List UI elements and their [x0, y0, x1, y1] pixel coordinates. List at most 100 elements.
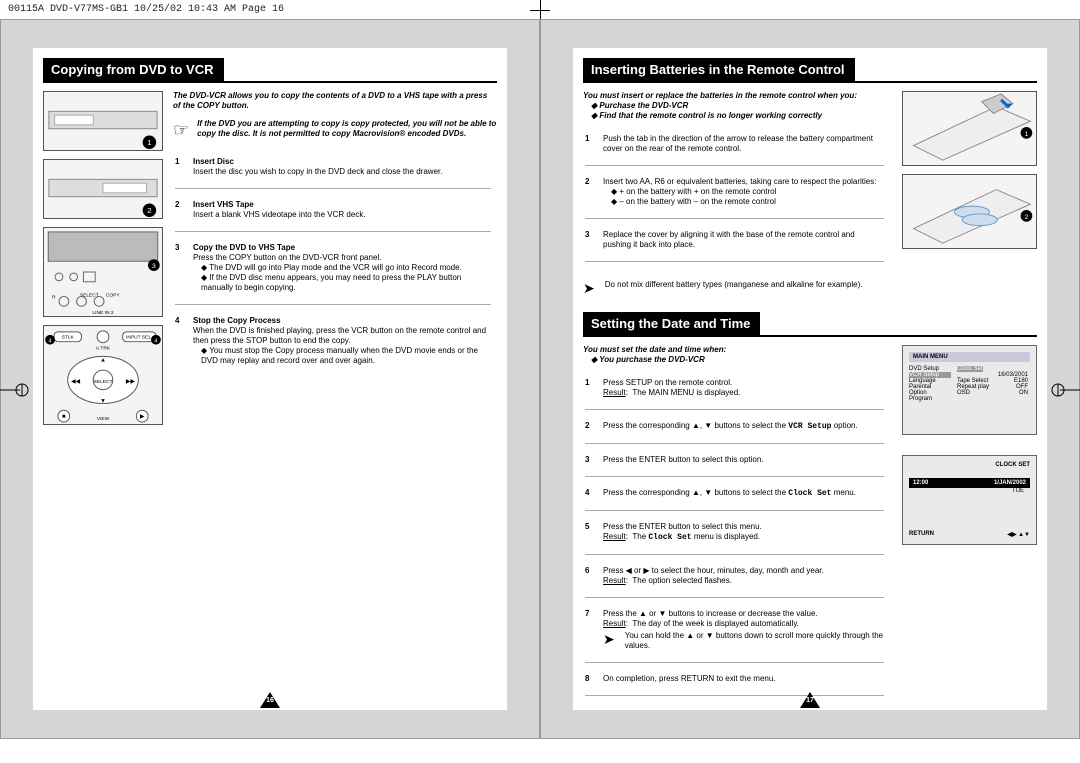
svg-text:STLK: STLK [62, 335, 75, 341]
battery-note: Do not mix different battery types (mang… [583, 280, 890, 298]
figure-vhs-insert: 2 [43, 159, 163, 219]
spread: GB Copying from DVD to VCR 1 2 SELECTCOP… [0, 19, 1080, 739]
menu-header: MAIN MENU [909, 352, 1030, 362]
step-body: Insert the disc you wish to copy in the … [193, 167, 442, 176]
note-text: Do not mix different battery types (mang… [605, 280, 863, 298]
clock-title: CLOCK SET [909, 462, 1030, 468]
figure-column: 1 2 [902, 91, 1037, 298]
menu-right: Clock Set [957, 366, 983, 372]
arrow-icon [603, 631, 615, 651]
step-head: Insert Disc [193, 157, 491, 167]
svg-text:▲: ▲ [100, 357, 106, 363]
step-sub: – on the battery with – on the remote co… [603, 197, 884, 207]
step-sub: + on the battery with + on the remote co… [603, 187, 884, 197]
step-body: Press the ENTER button to select this me… [603, 522, 762, 531]
page-number: 17 [800, 692, 820, 708]
text-column: The DVD-VCR allows you to copy the conte… [173, 91, 497, 425]
clock-day: TUE [909, 488, 1030, 494]
section-heading-row: Inserting Batteries in the Remote Contro… [583, 58, 1037, 83]
figure-remote-open: 1 [902, 91, 1037, 166]
step-body: Insert two AA, R6 or equivalent batterie… [603, 177, 876, 186]
step-sub: You can hold the ▲ or ▼ buttons down to … [625, 631, 884, 651]
step-body: Press the ▲ or ▼ buttons to increase or … [603, 609, 818, 618]
intro-bullet: Find that the remote control is no longe… [583, 111, 890, 121]
step-head: Copy the DVD to VHS Tape [193, 243, 491, 253]
svg-text:SELECT: SELECT [93, 379, 112, 385]
mono-term: Clock Set [788, 489, 831, 498]
svg-text:3: 3 [152, 263, 156, 270]
text-column: You must set the date and time when: You… [583, 345, 890, 704]
intro-bullet: You purchase the DVD-VCR [583, 355, 890, 365]
clock-bar: 12:00 1/JAN/2002 [909, 478, 1030, 488]
text-column: You must insert or replace the batteries… [583, 91, 890, 298]
svg-text:LINE IN 2: LINE IN 2 [92, 310, 113, 316]
step-body: Press the corresponding ▲, ▼ buttons to … [603, 488, 788, 497]
svg-text:2: 2 [1025, 214, 1029, 221]
arrow-icon [583, 280, 595, 298]
step-sub: If the DVD disc menu appears, you may ne… [193, 273, 491, 293]
menu-right: OSD [957, 390, 970, 396]
section-heading-row: Copying from DVD to VCR [43, 58, 497, 83]
mono-term: VCR Setup [788, 422, 831, 431]
intro-text: The DVD-VCR allows you to copy the conte… [173, 91, 497, 111]
svg-text:▶: ▶ [140, 414, 145, 420]
svg-text:■: ■ [62, 414, 66, 420]
svg-text:1: 1 [147, 138, 151, 147]
right-page: GB Inserting Batteries in the Remote Con… [540, 19, 1080, 739]
warning-text: If the DVD you are attempting to copy is… [197, 119, 497, 139]
svg-text:A.TRK: A.TRK [96, 346, 111, 352]
clock-nav: ◀▶ ▲▼ [1007, 531, 1030, 538]
figure-front-panel: SELECTCOPYRLINE IN 23 [43, 227, 163, 317]
steps-table: 1Push the tab in the direction of the ar… [583, 129, 890, 270]
step-result: The option selected flashes. [632, 576, 732, 585]
svg-text:◀◀: ◀◀ [71, 379, 81, 385]
page-number: 16 [260, 692, 280, 708]
section-title: Inserting Batteries in the Remote Contro… [583, 58, 855, 81]
step-body: Push the tab in the direction of the arr… [603, 131, 888, 160]
menu-screenshot: MAIN MENU DVD Setup VCR Setup Language P… [902, 345, 1037, 435]
svg-text:COPY: COPY [106, 292, 121, 298]
svg-text:▶▶: ▶▶ [126, 379, 136, 385]
step-body: Press ◀ or ▶ to select the hour, minutes… [603, 566, 824, 575]
step-body: Insert a blank VHS videotape into the VC… [193, 210, 366, 219]
step-head: Insert VHS Tape [193, 200, 491, 210]
step-result: The day of the week is displayed automat… [632, 619, 799, 628]
figure-column: 1 2 SELECT COPY R LINE IN 2 3 STLK INPUT SEL… [43, 91, 163, 425]
clock-time: 12:00 [913, 480, 928, 486]
svg-text:R: R [52, 294, 56, 300]
crop-mark [540, 0, 541, 20]
left-page: GB Copying from DVD to VCR 1 2 SELECTCOP… [0, 19, 540, 739]
svg-text:▼: ▼ [100, 398, 106, 404]
step-body: When the DVD is finished playing, press … [193, 326, 486, 345]
warning-note: If the DVD you are attempting to copy is… [173, 119, 497, 142]
step-body: Press the ENTER button to select this op… [603, 452, 888, 471]
steps-table: 1 Press SETUP on the remote control. Res… [583, 373, 890, 704]
menu-item: Program [909, 396, 951, 402]
figure-column: MAIN MENU DVD Setup VCR Setup Language P… [902, 345, 1037, 704]
figure-remote-detail: STLK INPUT SEL. A.TRK 4 4 SELECT ▲ ▼ ◀◀ … [43, 325, 163, 425]
section-title: Copying from DVD to VCR [43, 58, 224, 81]
step-body: Press the COPY button on the DVD-VCR fro… [193, 253, 381, 262]
hand-icon [173, 119, 189, 142]
figure-disc-insert: 1 [43, 91, 163, 151]
svg-text:1: 1 [1025, 131, 1029, 138]
mono-term: Clock Set [648, 533, 691, 542]
clock-return: RETURN [909, 531, 934, 538]
step-body: On completion, press RETURN to exit the … [603, 671, 888, 690]
menu-val: ON [1019, 390, 1028, 396]
steps-table: 1 Insert Disc Insert the disc you wish t… [173, 152, 497, 374]
step-body: Press SETUP on the remote control. [603, 378, 732, 387]
intro-text: You must set the date and time when: You… [583, 345, 890, 365]
registration-mark [1050, 380, 1080, 405]
svg-text:INPUT SEL.: INPUT SEL. [126, 335, 153, 341]
step-result: The MAIN MENU is displayed. [632, 388, 740, 397]
clock-screenshot: CLOCK SET 12:00 1/JAN/2002 TUE RETURN ◀▶… [902, 455, 1037, 545]
svg-text:2: 2 [147, 206, 151, 215]
figure-remote-batteries: 2 [902, 174, 1037, 249]
section-title: Setting the Date and Time [583, 312, 760, 335]
step-sub: The DVD will go into Play mode and the V… [193, 263, 491, 273]
svg-text:VIEW: VIEW [97, 416, 110, 422]
step-head: Stop the Copy Process [193, 316, 491, 326]
step-body: Press the corresponding ▲, ▼ buttons to … [603, 421, 788, 430]
clock-date: 1/JAN/2002 [994, 480, 1026, 486]
